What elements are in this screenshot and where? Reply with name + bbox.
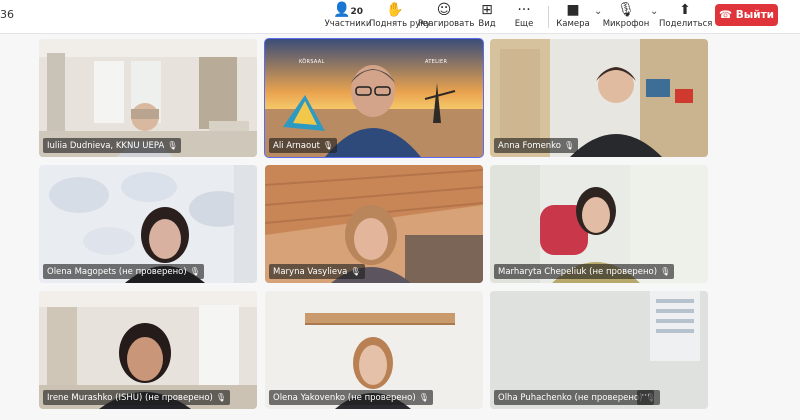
mic-muted-icon: 🎙: [617, 2, 635, 18]
video-tile[interactable]: Marharyta Chepeliuk (не проверено) 🎙: [490, 165, 708, 283]
raise-hand-label: Поднять руку: [369, 19, 431, 29]
participant-name: Marharyta Chepeliuk (не проверено): [498, 267, 658, 277]
more-dots-icon: ···: [517, 2, 531, 18]
participant-nameplate: Iuliia Dudnieva, KKNU UEPA 🎙: [43, 138, 182, 153]
share-button[interactable]: ⬆ Поделиться: [659, 2, 713, 32]
video-tile[interactable]: Irene Murashko (ISHU) (не проверено) 🎙: [39, 291, 257, 409]
participant-name: Ali Arnaout: [273, 141, 320, 151]
participant-name: Iuliia Dudnieva, KKNU UEPA: [47, 141, 165, 151]
participant-nameplate: Olena Magopets (не проверено) 🎙: [43, 264, 204, 279]
background-sign-left: KÖRSAAL: [299, 59, 325, 65]
participant-name: Anna Fomenko: [498, 141, 562, 151]
participant-nameplate: Olena Yakovenko (не проверено) 🎙: [269, 390, 433, 405]
phone-hangup-icon: ☎: [718, 9, 733, 21]
share-label: Поделиться: [659, 19, 713, 29]
mic-icon: 🎙: [322, 141, 334, 150]
video-tile[interactable]: Olena Magopets (не проверено) 🎙: [39, 165, 257, 283]
participant-nameplate: Olha Puhachenko (не проверено)🎙: [494, 390, 660, 405]
video-tile[interactable]: Anna Fomenko 🎙: [490, 39, 708, 157]
hand-icon: ✋: [386, 2, 404, 18]
video-tile[interactable]: Olena Yakovenko (не проверено) 🎙: [265, 291, 483, 409]
mic-icon: 🎙: [564, 141, 575, 150]
video-tile[interactable]: Iuliia Dudnieva, KKNU UEPA 🎙: [39, 39, 257, 157]
participant-nameplate: Maryna Vasylieva 🎙: [269, 264, 365, 279]
share-screen-icon: ⬆: [679, 2, 691, 18]
video-tile-active-speaker[interactable]: KÖRSAAL ATELIER Ali Arnaout 🎙: [264, 38, 484, 158]
participants-button[interactable]: 👤20 Участники: [322, 2, 374, 32]
more-label: Еще: [514, 19, 534, 29]
mic-muted-icon: 🎙: [215, 393, 227, 402]
mic-muted-icon: 🎙: [189, 267, 200, 276]
participant-name: Olena Yakovenko (не проверено): [273, 393, 416, 403]
participants-count: 20: [350, 7, 363, 17]
mic-options-chevron-icon[interactable]: ⌄: [650, 6, 658, 17]
video-grid: Iuliia Dudnieva, KKNU UEPA 🎙 KÖRSAAL ATE…: [0, 34, 800, 420]
participants-icon: 👤20: [333, 2, 363, 18]
video-tile[interactable]: Maryna Vasylieva 🎙: [265, 165, 483, 283]
mic-muted-icon: 🎙: [660, 267, 671, 276]
raise-hand-button[interactable]: ✋ Поднять руку: [369, 2, 431, 32]
more-button[interactable]: ··· Еще: [498, 2, 550, 32]
participant-nameplate: Anna Fomenko 🎙: [494, 138, 579, 153]
participant-nameplate: Irene Murashko (ISHU) (не проверено) 🎙: [43, 390, 231, 405]
leave-meeting-button[interactable]: ☎ Выйти: [715, 4, 778, 26]
camera-icon: ■: [566, 2, 580, 18]
participant-name: Olha Puhachenko (не проверено): [498, 393, 643, 403]
participant-nameplate: Ali Arnaout 🎙: [269, 138, 338, 153]
mic-muted-icon: 🎙: [418, 393, 429, 402]
participant-name: Maryna Vasylieva: [273, 267, 348, 277]
participant-name: Irene Murashko (ISHU) (не проверено): [47, 393, 213, 403]
participant-nameplate: Marharyta Chepeliuk (не проверено) 🎙: [494, 264, 675, 279]
participant-name: Olena Magopets (не проверено): [47, 267, 187, 277]
participants-label: Участники: [324, 19, 372, 29]
tile-more-options-button[interactable]: ···: [637, 390, 654, 405]
mic-muted-icon: 🎙: [167, 141, 178, 150]
microphone-label: Микрофон: [602, 19, 650, 29]
video-tile[interactable]: Olha Puhachenko (не проверено)🎙 ···: [490, 291, 708, 409]
microphone-button[interactable]: 🎙 Микрофон: [600, 2, 652, 32]
camera-label: Камера: [556, 19, 590, 29]
leave-label: Выйти: [735, 9, 775, 21]
window-title-fragment: 36: [0, 8, 14, 21]
camera-button[interactable]: ■ Камера: [547, 2, 599, 32]
meeting-toolbar: 36 👤20 Участники ✋ Поднять руку ☺ Реагир…: [0, 0, 800, 34]
background-sign-right: ATELIER: [425, 59, 448, 65]
mic-muted-icon: 🎙: [350, 267, 361, 276]
